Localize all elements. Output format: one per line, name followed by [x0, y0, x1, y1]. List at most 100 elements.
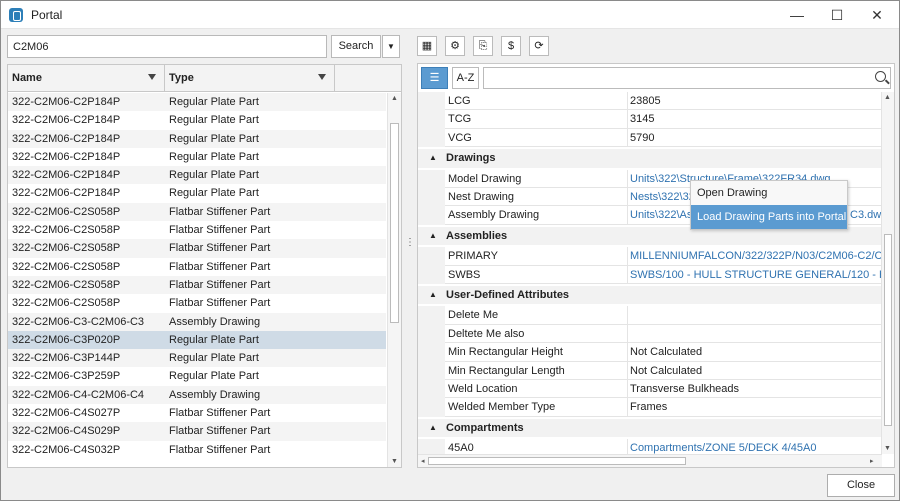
search-button[interactable]: Search	[331, 35, 381, 58]
open-drawing-icon[interactable]: ▦	[417, 36, 437, 56]
scroll-down-icon[interactable]: ▼	[391, 458, 398, 465]
table-row[interactable]: 322-C2M06-C3P020P Regular Plate Part	[8, 330, 386, 350]
copy-icon[interactable]: ⎘	[473, 36, 493, 56]
close-window-button[interactable]: ✕	[857, 1, 897, 29]
property-row[interactable]: PRIMARY MILLENNIUMFALCON/322/322P/N03/C2M…	[418, 247, 882, 266]
panel-splitter-handle[interactable]: ⋮	[405, 238, 415, 248]
table-row[interactable]: 322-C2M06-C2S058P Flatbar Stiffener Part	[8, 258, 386, 276]
property-value[interactable]: Transverse Bulkheads	[628, 380, 882, 399]
property-value[interactable]: Not Calculated	[628, 343, 882, 362]
list-scroll-thumb[interactable]	[390, 123, 399, 323]
property-grid: LCG 23805 TCG 3145 VCG 5790 ▲ Drawings Model Dra…	[418, 92, 882, 454]
collapse-icon[interactable]: ▲	[429, 419, 437, 437]
table-row[interactable]: 322-C2M06-C4-C2M06-C4 Assembly Drawing	[8, 385, 386, 405]
table-row[interactable]: 322-C2M06-C2S058P Flatbar Stiffener Part	[8, 239, 386, 258]
property-row[interactable]: Min Rectangular Height Not Calculated	[418, 343, 882, 362]
property-name: LCG	[445, 92, 628, 111]
property-value[interactable]: Frames	[628, 398, 882, 417]
property-row[interactable]: Weld Location Transverse Bulkheads	[418, 380, 882, 399]
context-load-drawing-parts[interactable]: Load Drawing Parts into Portal	[691, 205, 847, 229]
table-row[interactable]: 322-C2M06-C4S032P Flatbar Stiffener Part	[8, 441, 386, 459]
table-row[interactable]: 322-C2M06-C2P184P Regular Plate Part	[8, 111, 386, 129]
collapse-icon[interactable]: ▲	[429, 286, 437, 304]
alphabetical-view-button[interactable]: A-Z	[452, 67, 479, 89]
scroll-right-icon[interactable]: ▸	[870, 457, 874, 465]
list-scrollbar[interactable]: ▲ ▼	[387, 93, 401, 467]
property-scroll-thumb[interactable]	[884, 234, 892, 426]
property-hscrollbar[interactable]: ◂ ▸	[418, 454, 882, 467]
table-row[interactable]: 322-C2M06-C2P184P Regular Plate Part	[8, 166, 386, 185]
property-hscroll-thumb[interactable]	[428, 457, 686, 465]
property-value[interactable]: Compartments/ZONE 5/DECK 4/45A0	[628, 439, 882, 454]
property-row[interactable]: TCG 3145	[418, 110, 882, 129]
prop-scroll-down-icon[interactable]: ▼	[884, 445, 891, 452]
categorized-view-button[interactable]: ☰	[421, 67, 448, 89]
minimize-button[interactable]: —	[777, 1, 817, 29]
refresh-icon[interactable]: ⟳	[529, 36, 549, 56]
column-header-name[interactable]: Name	[8, 65, 165, 92]
table-row[interactable]: 322-C2M06-C2P184P Regular Plate Part	[8, 148, 386, 166]
row-type: Flatbar Stiffener Part	[169, 205, 271, 218]
table-row[interactable]: 322-C2M06-C2S058P Flatbar Stiffener Part	[8, 202, 386, 222]
property-category[interactable]: ▲ Drawings	[418, 149, 882, 168]
dollar-icon[interactable]: $	[501, 36, 521, 56]
property-value[interactable]: Not Calculated	[628, 361, 882, 380]
property-category[interactable]: ▲ Compartments	[418, 418, 882, 438]
type-filter-icon[interactable]	[318, 74, 326, 80]
property-row[interactable]: Welded Member Type Frames	[418, 398, 882, 417]
row-name: 322-C2M06-C2P184P	[12, 187, 121, 200]
row-type: Regular Plate Part	[169, 370, 259, 383]
property-name: Min Rectangular Length	[445, 361, 628, 380]
table-row[interactable]: 322-C2M06-C4S027P Flatbar Stiffener Part	[8, 404, 386, 422]
property-value[interactable]	[628, 306, 882, 325]
property-value[interactable]	[628, 324, 882, 344]
property-search-input[interactable]	[483, 67, 891, 89]
property-row[interactable]: VCG 5790	[418, 128, 882, 148]
table-row[interactable]: 322-C2M06-C3-C2M06-C3 Assembly Drawing	[8, 312, 386, 331]
property-scrollbar[interactable]: ▲ ▼	[881, 92, 894, 454]
property-value[interactable]: SWBS/100 - HULL STRUCTURE GENERAL/120 - …	[628, 265, 882, 284]
property-category[interactable]: ▲ User-Defined Attributes	[418, 286, 882, 305]
table-row[interactable]: 322-C2M06-C2S058P Flatbar Stiffener Part	[8, 275, 386, 295]
table-row[interactable]: 322-C2M06-C2S058P Flatbar Stiffener Part	[8, 221, 386, 239]
property-value[interactable]: 5790	[628, 128, 882, 148]
row-name: 322-C2M06-C3P259P	[12, 370, 121, 383]
property-value[interactable]: 3145	[628, 110, 882, 129]
row-gutter	[418, 398, 445, 417]
scroll-up-icon[interactable]: ▲	[391, 95, 398, 102]
property-row[interactable]: 45A0 Compartments/ZONE 5/DECK 4/45A0	[418, 439, 882, 454]
property-value[interactable]: 23805	[628, 92, 882, 111]
search-dropdown-chevron-icon[interactable]: ▼	[382, 35, 400, 58]
maximize-button[interactable]: ☐	[817, 1, 857, 29]
name-filter-icon[interactable]	[148, 74, 156, 80]
property-row[interactable]: Delete Me	[418, 306, 882, 325]
property-row[interactable]: Min Rectangular Length Not Calculated	[418, 361, 882, 380]
collapse-icon[interactable]: ▲	[429, 227, 437, 245]
table-row[interactable]: 322-C2M06-C2S058P Flatbar Stiffener Part	[8, 294, 386, 312]
table-row[interactable]: 322-C2M06-C4S029P Flatbar Stiffener Part	[8, 422, 386, 441]
scroll-left-icon[interactable]: ◂	[421, 457, 425, 465]
property-row[interactable]: LCG 23805	[418, 92, 882, 111]
property-value[interactable]: MILLENNIUMFALCON/322/322P/N03/C2M06-C2/C…	[628, 247, 882, 266]
property-row[interactable]: SWBS SWBS/100 - HULL STRUCTURE GENERAL/12…	[418, 265, 882, 284]
prop-scroll-up-icon[interactable]: ▲	[884, 94, 891, 101]
row-name: 322-C2M06-C2S058P	[12, 278, 121, 291]
table-row[interactable]: 322-C2M06-C3P259P Regular Plate Part	[8, 367, 386, 385]
row-name: 322-C2M06-C3P144P	[12, 352, 121, 365]
column-header-type[interactable]: Type	[165, 65, 335, 92]
load-parts-icon[interactable]: ⚙	[445, 36, 465, 56]
property-name: Delete Me	[445, 306, 628, 325]
collapse-icon[interactable]: ▲	[429, 149, 437, 167]
search-input[interactable]: C2M06	[7, 35, 327, 58]
context-open-drawing[interactable]: Open Drawing	[691, 181, 847, 205]
table-row[interactable]: 322-C2M06-C2P184P Regular Plate Part	[8, 184, 386, 202]
table-row[interactable]: 322-C2M06-C2P184P Regular Plate Part	[8, 129, 386, 148]
table-row[interactable]: 322-C2M06-C3P144P Regular Plate Part	[8, 349, 386, 368]
row-name: 322-C2M06-C2P184P	[12, 169, 121, 182]
property-row[interactable]: Deltete Me also	[418, 324, 882, 344]
row-gutter	[418, 92, 445, 111]
row-gutter	[418, 343, 445, 362]
close-button[interactable]: Close	[827, 474, 895, 497]
table-row[interactable]: 322-C2M06-C2P184P Regular Plate Part	[8, 93, 386, 112]
row-type: Regular Plate Part	[169, 114, 259, 127]
